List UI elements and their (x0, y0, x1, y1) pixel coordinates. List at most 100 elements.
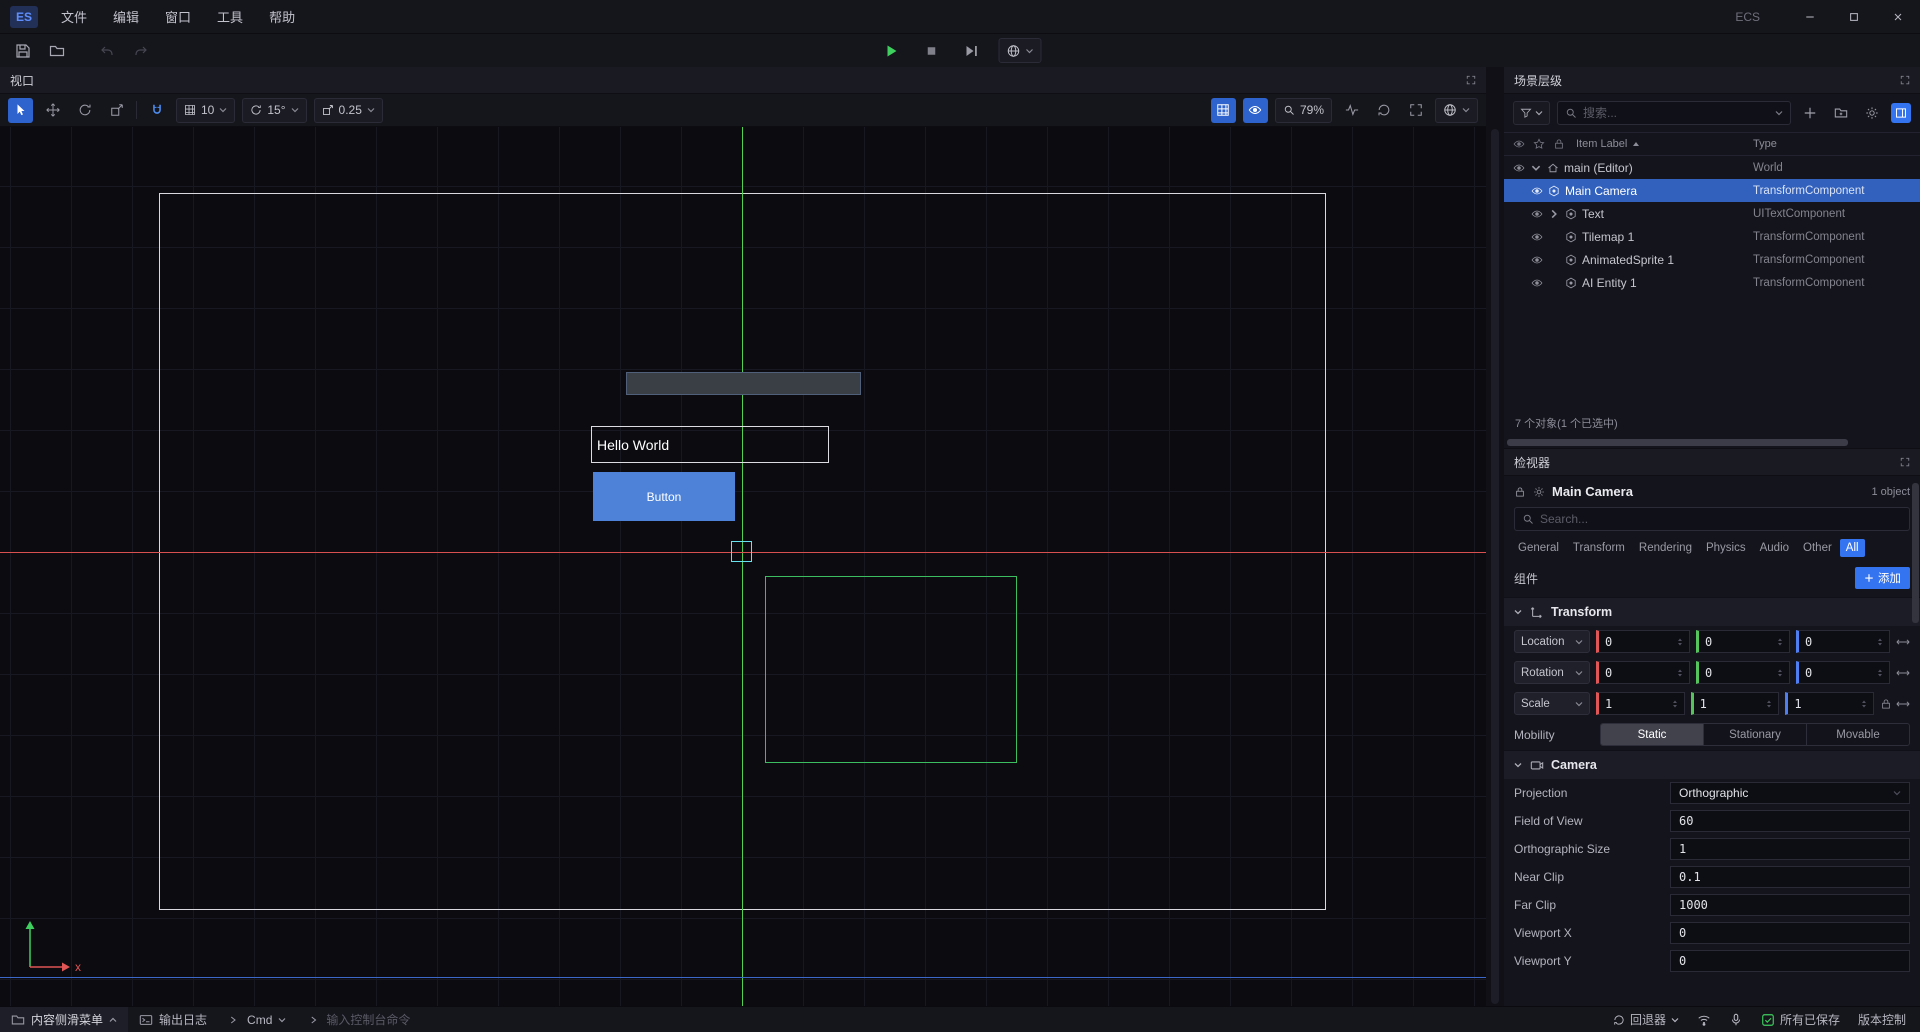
hierarchy-settings-button[interactable] (1860, 101, 1884, 125)
entity-bounds-rect[interactable] (765, 576, 1017, 763)
stop-button[interactable] (919, 38, 945, 64)
hierarchy-row-ai-entity[interactable]: AI Entity 1 TransformComponent (1504, 271, 1920, 294)
inspector-vscrollbar[interactable] (1912, 479, 1919, 1002)
viewport-y-field[interactable]: 0 (1670, 950, 1910, 972)
eye-icon[interactable] (1531, 208, 1543, 220)
hierarchy-search-input[interactable] (1583, 106, 1769, 120)
far-clip-field[interactable]: 1000 (1670, 894, 1910, 916)
menu-file[interactable]: 文件 (48, 0, 100, 33)
camera-section-header[interactable]: Camera (1504, 750, 1920, 779)
save-status[interactable]: 所有已保存 (1761, 1011, 1840, 1028)
open-button[interactable] (44, 38, 70, 64)
scrollbar-thumb[interactable] (1912, 483, 1919, 623)
reset-view-button[interactable] (1371, 98, 1396, 123)
eye-icon[interactable] (1531, 277, 1543, 289)
inspector-search[interactable] (1514, 507, 1910, 531)
column-item-label[interactable]: Item Label (1576, 138, 1748, 150)
output-log-button[interactable]: 输出日志 (128, 1007, 218, 1032)
scale-snap-dropdown[interactable]: 0.25 (314, 98, 383, 123)
maximize-button[interactable] (1832, 0, 1876, 33)
expand-panel-icon[interactable] (1900, 75, 1910, 85)
content-drawer-button[interactable]: 内容侧滑菜单 (0, 1007, 128, 1032)
expand-panel-icon[interactable] (1466, 75, 1476, 85)
grid-snap-dropdown[interactable]: 10 (176, 98, 235, 123)
hierarchy-search[interactable] (1557, 101, 1791, 125)
undo-button[interactable] (94, 38, 120, 64)
rotation-x-field[interactable]: 0 (1596, 661, 1690, 684)
scene-canvas[interactable]: Hello World Button x (0, 127, 1486, 1006)
rotation-z-field[interactable]: 0 (1796, 661, 1890, 684)
tab-transform[interactable]: Transform (1567, 539, 1631, 557)
revision-dropdown[interactable]: 回退器 (1613, 1011, 1679, 1028)
spinner-icon[interactable] (1861, 699, 1867, 709)
chevron-down-icon[interactable] (1530, 162, 1542, 174)
projection-dropdown[interactable]: Orthographic (1670, 782, 1910, 804)
button-object[interactable]: Button (593, 472, 735, 521)
lock-scale-icon[interactable] (1880, 698, 1892, 710)
location-x-field[interactable]: 0 (1596, 630, 1690, 653)
spinner-icon[interactable] (1777, 637, 1783, 647)
location-z-field[interactable]: 0 (1796, 630, 1890, 653)
filter-dropdown[interactable] (1513, 101, 1550, 125)
lock-icon[interactable] (1514, 486, 1526, 498)
tab-general[interactable]: General (1512, 539, 1565, 557)
eye-icon[interactable] (1531, 185, 1543, 197)
spinner-icon[interactable] (1672, 699, 1678, 709)
rotation-y-field[interactable]: 0 (1696, 661, 1790, 684)
save-button[interactable] (10, 38, 36, 64)
minimize-button[interactable] (1788, 0, 1832, 33)
cmd-dropdown[interactable]: Cmd (218, 1007, 297, 1032)
new-folder-button[interactable] (1829, 101, 1853, 125)
grid-toggle-button[interactable] (1211, 98, 1236, 123)
hierarchy-row-text[interactable]: Text UITextComponent (1504, 202, 1920, 225)
lock-column-icon[interactable] (1553, 138, 1565, 150)
hierarchy-row-main-camera[interactable]: Main Camera TransformComponent (1504, 179, 1920, 202)
scale-x-field[interactable]: 1 (1596, 692, 1685, 715)
mobility-movable[interactable]: Movable (1807, 724, 1909, 745)
hierarchy-hscrollbar[interactable] (1504, 436, 1920, 448)
chevron-right-icon[interactable] (1548, 208, 1560, 220)
snap-toggle-button[interactable] (144, 98, 169, 123)
stats-button[interactable] (1339, 98, 1364, 123)
zoom-indicator[interactable]: 79% (1275, 98, 1332, 123)
transform-section-header[interactable]: Transform (1504, 597, 1920, 626)
tab-rendering[interactable]: Rendering (1633, 539, 1698, 557)
pivot-gizmo[interactable] (731, 541, 752, 562)
console-command-input[interactable]: 输入控制台命令 (297, 1007, 421, 1032)
location-y-field[interactable]: 0 (1696, 630, 1790, 653)
viewport-x-field[interactable]: 0 (1670, 922, 1910, 944)
world-mode-dropdown[interactable] (999, 38, 1042, 63)
near-clip-field[interactable]: 0.1 (1670, 866, 1910, 888)
tab-physics[interactable]: Physics (1700, 539, 1752, 557)
version-control-button[interactable]: 版本控制 (1858, 1011, 1906, 1028)
text-object[interactable]: Hello World (591, 426, 829, 463)
spinner-icon[interactable] (1877, 668, 1883, 678)
close-button[interactable] (1876, 0, 1920, 33)
eye-icon[interactable] (1513, 162, 1525, 174)
favorite-column-icon[interactable] (1533, 138, 1545, 150)
location-dropdown[interactable]: Location (1514, 630, 1590, 653)
scrollbar-thumb[interactable] (1491, 129, 1499, 1004)
hierarchy-row-animatedsprite[interactable]: AnimatedSprite 1 TransformComponent (1504, 248, 1920, 271)
menu-tools[interactable]: 工具 (204, 0, 256, 33)
scale-y-field[interactable]: 1 (1691, 692, 1780, 715)
visibility-column-icon[interactable] (1513, 138, 1525, 150)
select-tool-button[interactable] (8, 98, 33, 123)
gear-icon[interactable] (1533, 486, 1545, 498)
column-type[interactable]: Type (1753, 138, 1911, 150)
microphone-icon[interactable] (1729, 1013, 1743, 1027)
panel-layout-button[interactable] (1891, 103, 1911, 123)
scale-dropdown[interactable]: Scale (1514, 692, 1590, 715)
inspector-search-input[interactable] (1540, 512, 1902, 526)
spinner-icon[interactable] (1877, 637, 1883, 647)
tilemap-object[interactable] (626, 372, 861, 395)
expand-panel-icon[interactable] (1900, 457, 1910, 467)
link-axes-icon[interactable] (1896, 697, 1910, 711)
rotation-dropdown[interactable]: Rotation (1514, 661, 1590, 684)
menu-edit[interactable]: 编辑 (100, 0, 152, 33)
network-icon[interactable] (1697, 1013, 1711, 1027)
redo-button[interactable] (128, 38, 154, 64)
tab-all[interactable]: All (1840, 539, 1865, 557)
scale-z-field[interactable]: 1 (1785, 692, 1874, 715)
mobility-stationary[interactable]: Stationary (1704, 724, 1807, 745)
